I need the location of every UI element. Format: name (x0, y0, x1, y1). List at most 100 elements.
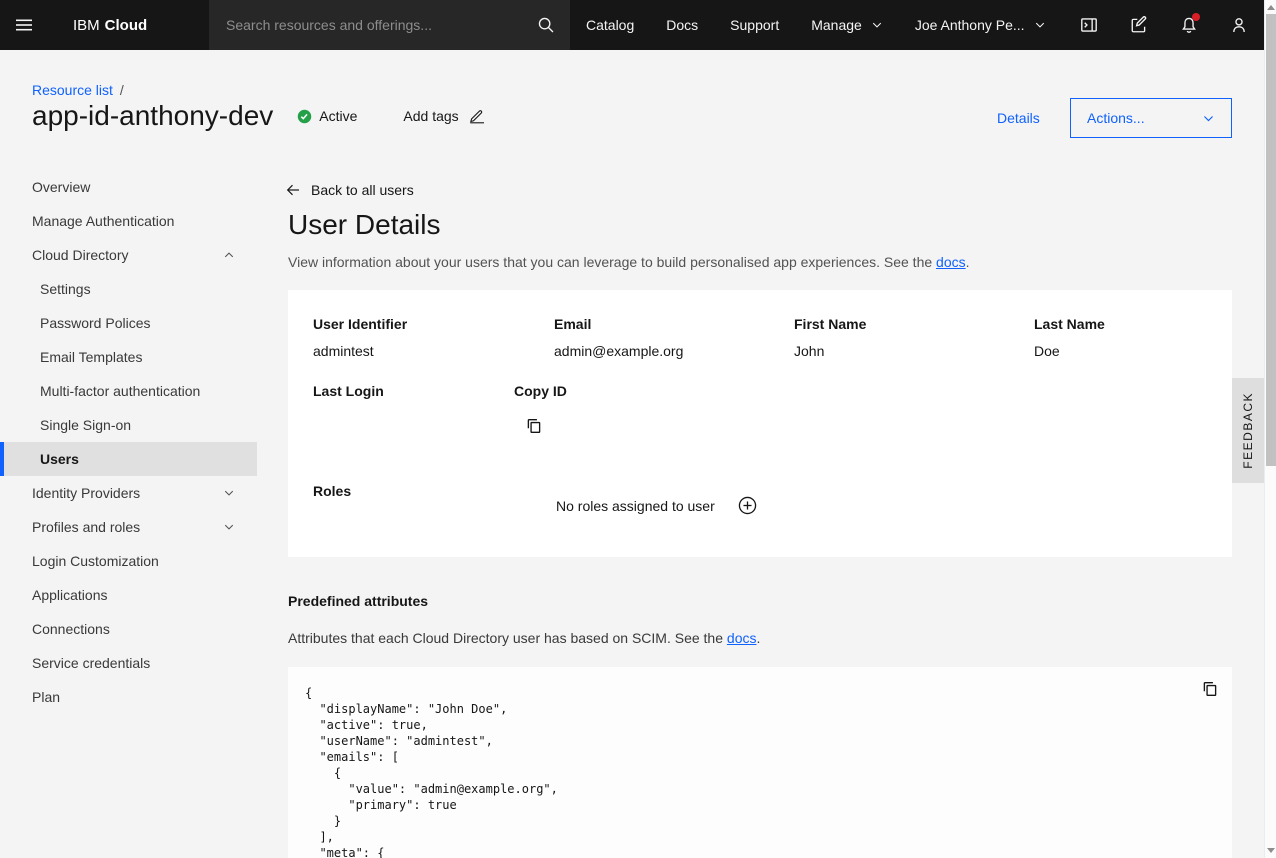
hamburger-icon (14, 15, 34, 35)
sidebar-item-label: Connections (32, 621, 110, 637)
sidebar-item-profiles-and-roles[interactable]: Profiles and roles (0, 510, 257, 544)
web-terminal-button[interactable] (1064, 0, 1114, 50)
nav-catalog-label: Catalog (586, 17, 634, 33)
field-label-copy-id: Copy ID (514, 383, 567, 399)
sidebar-item-login-customization[interactable]: Login Customization (0, 544, 257, 578)
sidebar-item-settings[interactable]: Settings (0, 272, 257, 306)
nav-manage-label: Manage (811, 17, 862, 33)
sidebar-item-password-polices[interactable]: Password Polices (0, 306, 257, 340)
arrow-left-icon (285, 182, 301, 198)
sidebar-nav: Overview Manage Authentication Cloud Dir… (0, 170, 257, 714)
chevron-down-icon (1202, 112, 1215, 125)
user-avatar-icon (1230, 16, 1248, 34)
sidebar-item-single-sign-on[interactable]: Single Sign-on (0, 408, 257, 442)
sidebar-item-label: Email Templates (40, 349, 142, 365)
vertical-scrollbar[interactable] (1264, 0, 1276, 858)
sidebar-item-label: Cloud Directory (32, 247, 128, 263)
nav-support[interactable]: Support (714, 0, 795, 50)
details-link[interactable]: Details (997, 110, 1040, 126)
user-details-card: User Identifier Email First Name Last Na… (288, 290, 1232, 557)
back-link-label: Back to all users (311, 182, 414, 198)
edit-icon (1130, 16, 1148, 34)
nav-docs-label: Docs (666, 17, 698, 33)
sidebar-item-plan[interactable]: Plan (0, 680, 257, 714)
nav-docs[interactable]: Docs (650, 0, 714, 50)
edit-feedback-button[interactable] (1114, 0, 1164, 50)
actions-dropdown[interactable]: Actions... (1070, 98, 1232, 138)
sidebar-item-users[interactable]: Users (0, 442, 257, 476)
sidebar-item-label: Identity Providers (32, 485, 140, 501)
notifications-button[interactable] (1164, 0, 1214, 50)
user-account-dropdown[interactable]: Joe Anthony Pe... (899, 0, 1062, 50)
field-label-first-name: First Name (794, 316, 866, 332)
sidebar-item-applications[interactable]: Applications (0, 578, 257, 612)
code-content: { "displayName": "John Doe", "active": t… (305, 685, 558, 858)
notification-dot (1192, 13, 1200, 21)
plus-circle-icon (738, 496, 757, 515)
field-value-last-name: Doe (1034, 343, 1060, 359)
brand-name: Cloud (105, 17, 148, 34)
page-title: app-id-anthony-dev (32, 100, 273, 132)
search-input[interactable] (226, 17, 537, 33)
sidebar-item-overview[interactable]: Overview (0, 170, 257, 204)
field-label-roles: Roles (313, 483, 351, 499)
predefined-attributes-description: Attributes that each Cloud Directory use… (288, 630, 760, 646)
sidebar-item-label: Single Sign-on (40, 417, 131, 433)
top-header: IBM Cloud Catalog Docs Support Manage Jo… (0, 0, 1264, 50)
nav-manage-dropdown[interactable]: Manage (795, 0, 899, 50)
sidebar-item-label: Manage Authentication (32, 213, 174, 229)
copy-code-button[interactable] (1201, 680, 1219, 698)
field-value-first-name: John (794, 343, 824, 359)
user-account-label: Joe Anthony Pe... (915, 17, 1025, 33)
sidebar-item-email-templates[interactable]: Email Templates (0, 340, 257, 374)
field-label-user-identifier: User Identifier (313, 316, 407, 332)
back-to-all-users-link[interactable]: Back to all users (285, 182, 414, 198)
ibm-cloud-logo[interactable]: IBM Cloud (48, 0, 209, 50)
sidebar-item-service-credentials[interactable]: Service credentials (0, 646, 257, 680)
sidebar-item-manage-authentication[interactable]: Manage Authentication (0, 204, 257, 238)
chevron-up-icon (223, 249, 235, 261)
sidebar-item-label: Password Polices (40, 315, 151, 331)
add-tags-label: Add tags (403, 108, 458, 124)
scroll-up-arrow-icon[interactable] (1267, 5, 1275, 10)
copy-id-button[interactable] (525, 417, 543, 435)
sidebar-item-label: Applications (32, 587, 108, 603)
sidebar-item-label: Profiles and roles (32, 519, 140, 535)
field-value-user-identifier: admintest (313, 343, 374, 359)
field-label-email: Email (554, 316, 591, 332)
sidebar-item-label: Settings (40, 281, 91, 297)
add-role-button[interactable] (738, 496, 757, 515)
sidebar-item-cloud-directory[interactable]: Cloud Directory (0, 238, 257, 272)
description-suffix: . (966, 254, 970, 270)
field-value-email: admin@example.org (554, 343, 683, 359)
nav-catalog[interactable]: Catalog (570, 0, 650, 50)
nav-support-label: Support (730, 17, 779, 33)
status-badge: Active (297, 108, 357, 124)
feedback-tab[interactable]: FEEDBACK (1232, 378, 1264, 483)
field-label-last-name: Last Name (1034, 316, 1105, 332)
breadcrumb-resource-list[interactable]: Resource list (32, 82, 113, 98)
sidebar-item-label: Users (40, 451, 79, 467)
add-tags-button[interactable]: Add tags (403, 108, 484, 124)
scrollbar-thumb[interactable] (1266, 14, 1276, 466)
check-circle-icon (297, 109, 312, 124)
sidebar-item-multi-factor-authentication[interactable]: Multi-factor authentication (0, 374, 257, 408)
actions-label: Actions... (1087, 110, 1145, 126)
section-description: View information about your users that y… (288, 254, 970, 270)
copy-icon (1201, 680, 1219, 698)
docs-link[interactable]: docs (727, 630, 757, 646)
search-icon[interactable] (537, 16, 555, 34)
hamburger-menu-button[interactable] (0, 0, 48, 50)
chevron-down-icon (1034, 19, 1046, 31)
breadcrumb: Resource list / (32, 82, 124, 98)
sidebar-item-label: Service credentials (32, 655, 150, 671)
scroll-down-arrow-icon[interactable] (1267, 848, 1275, 853)
brand-prefix: IBM (73, 17, 100, 34)
profile-button[interactable] (1214, 0, 1264, 50)
sidebar-item-label: Multi-factor authentication (40, 383, 200, 399)
roles-empty-text: No roles assigned to user (556, 498, 715, 514)
docs-link[interactable]: docs (936, 254, 966, 270)
sidebar-item-connections[interactable]: Connections (0, 612, 257, 646)
sidebar-item-identity-providers[interactable]: Identity Providers (0, 476, 257, 510)
chevron-down-icon (223, 487, 235, 499)
